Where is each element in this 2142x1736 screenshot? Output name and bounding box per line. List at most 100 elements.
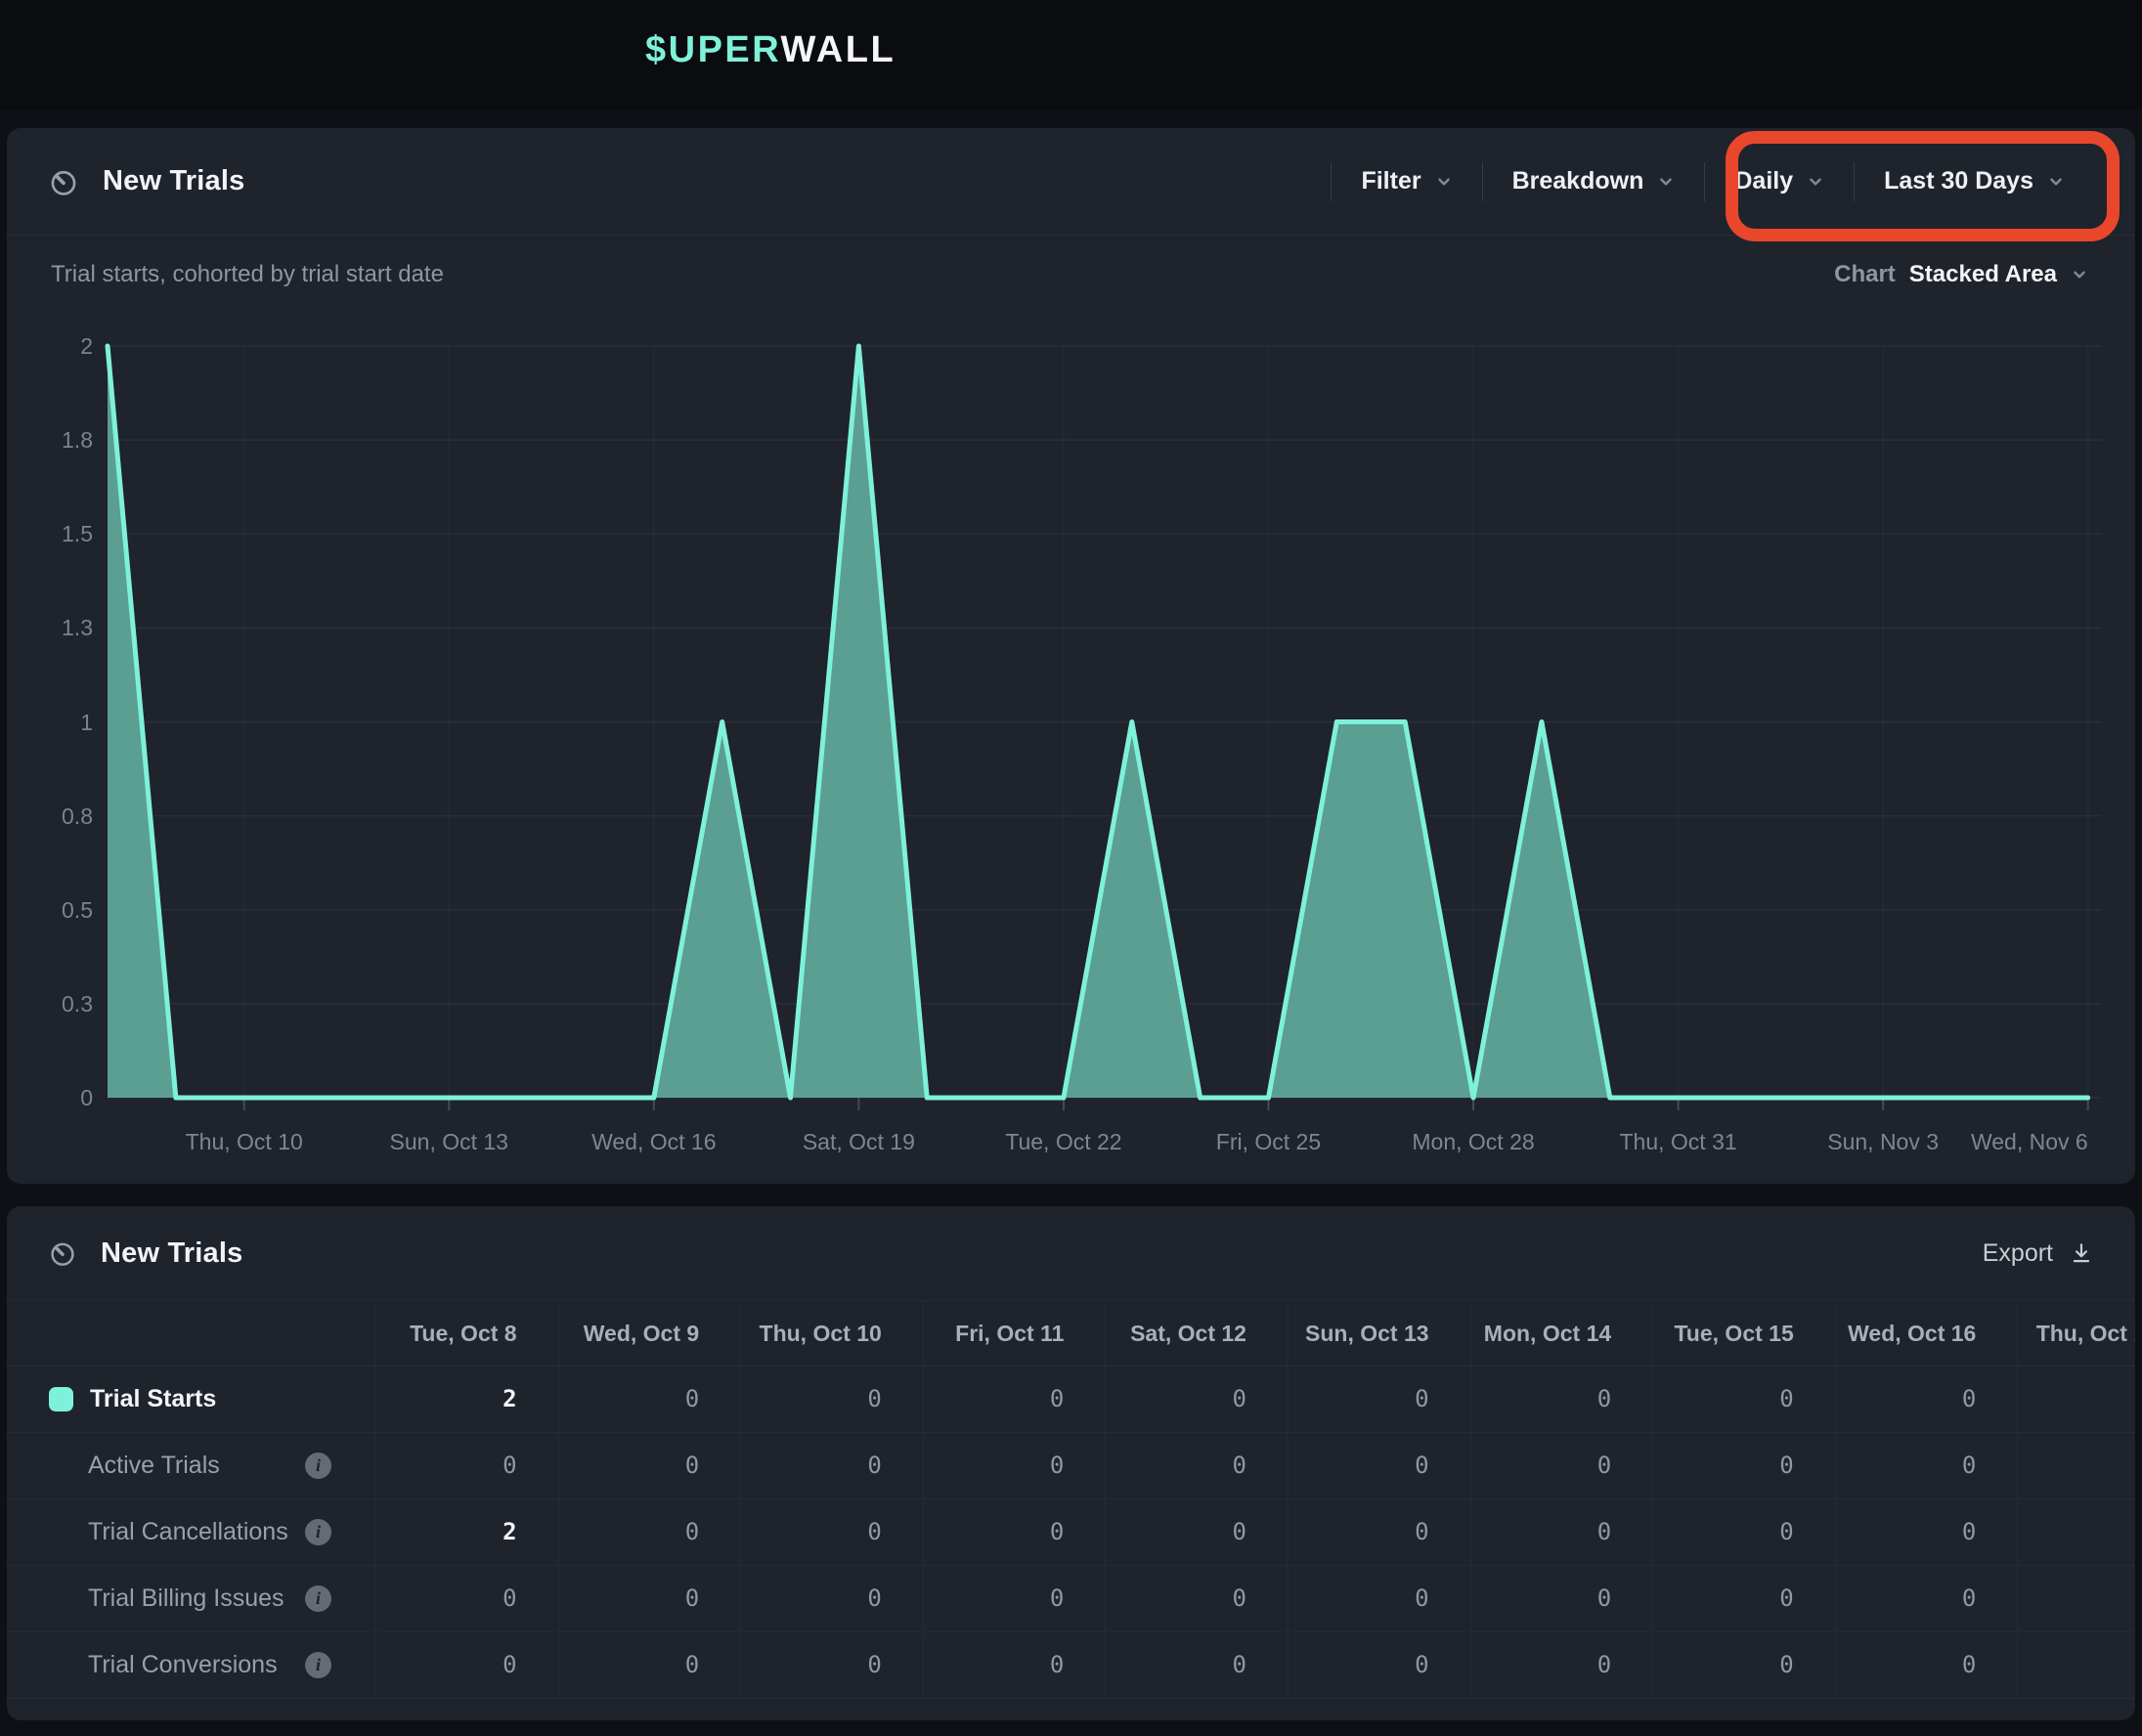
x-axis-label: Mon, Oct 28 xyxy=(1356,1127,1591,1156)
table-cell: 0 xyxy=(558,1499,741,1565)
table-cell: 0 xyxy=(1470,1566,1653,1631)
logo-suffix: WALL xyxy=(781,29,896,70)
column-header: Sat, Oct 12 xyxy=(1105,1301,1288,1366)
trial-starts-area-fill xyxy=(108,346,2088,1098)
table-cell: 0 xyxy=(1105,1367,1288,1432)
column-header: Thu, Oct 10 xyxy=(740,1301,923,1366)
row-label: Trial Conversions xyxy=(7,1632,278,1698)
column-header: Tue, Oct 8 xyxy=(375,1301,558,1366)
y-axis-label: 1.8 xyxy=(7,426,93,454)
table-row: Trial Conversionsi000000000 xyxy=(7,1631,2135,1699)
table-cell: 0 xyxy=(1288,1566,1470,1631)
y-axis-label: 1 xyxy=(7,709,93,736)
granularity-dropdown[interactable]: Daily xyxy=(1705,152,1854,211)
chevron-down-icon xyxy=(1657,173,1675,191)
column-header: Mon, Oct 14 xyxy=(1470,1301,1653,1366)
table-cell: 0 xyxy=(1835,1499,2018,1565)
x-axis-label: Tue, Oct 22 xyxy=(946,1127,1181,1156)
breakdown-dropdown[interactable]: Breakdown xyxy=(1483,152,1705,211)
table-cell: 0 xyxy=(558,1632,741,1698)
table-cell: 0 xyxy=(1288,1632,1470,1698)
download-icon xyxy=(2069,1240,2094,1266)
chevron-down-icon xyxy=(2047,173,2065,191)
breakdown-label: Breakdown xyxy=(1512,167,1644,195)
table-cell: 0 xyxy=(1288,1433,1470,1498)
row-label: Trial Cancellations xyxy=(7,1499,288,1565)
x-axis-label: Sun, Nov 3 xyxy=(1766,1127,2000,1156)
table-row: Trial Starts200000000 xyxy=(7,1366,2135,1432)
timer-icon xyxy=(48,1238,77,1268)
row-label: Trial Billing Issues xyxy=(7,1566,284,1631)
filter-dropdown[interactable]: Filter xyxy=(1332,152,1481,211)
table-cell: 0 xyxy=(1652,1499,1835,1565)
chart-type-value: Stacked Area xyxy=(1909,261,2057,288)
chart-panel-title: New Trials xyxy=(103,165,244,197)
x-axis-label: Sun, Oct 13 xyxy=(331,1127,566,1156)
table-row: Trial Billing Issuesi000000000 xyxy=(7,1565,2135,1631)
info-icon[interactable]: i xyxy=(305,1585,331,1612)
x-axis-label: Fri, Oct 25 xyxy=(1151,1127,1385,1156)
date-range-label: Last 30 Days xyxy=(1884,167,2033,195)
table-cell: 2 xyxy=(375,1367,558,1432)
table-cell: 0 xyxy=(1470,1632,1653,1698)
info-icon[interactable]: i xyxy=(305,1652,331,1678)
export-button[interactable]: Export xyxy=(1983,1239,2094,1268)
column-header: Sun, Oct 13 xyxy=(1288,1301,1470,1366)
new-trials-chart-panel: New Trials Filter Breakdown Daily Last 3… xyxy=(7,128,2135,1184)
table-cell: 0 xyxy=(1835,1367,2018,1432)
table-cell: 0 xyxy=(923,1367,1106,1432)
top-bar: $UPERWALL xyxy=(0,0,2142,109)
y-axis-label: 0.8 xyxy=(7,803,93,830)
table-cell: 0 xyxy=(740,1566,923,1631)
y-axis-label: 1.3 xyxy=(7,614,93,641)
table-row: Trial Cancellationsi200000000 xyxy=(7,1498,2135,1565)
table-cell xyxy=(2017,1566,2135,1631)
table-row: Active Trialsi000000000 xyxy=(7,1432,2135,1498)
chevron-down-icon xyxy=(1435,173,1453,191)
info-icon[interactable]: i xyxy=(305,1453,331,1479)
column-header: Wed, Oct 16 xyxy=(1835,1301,2018,1366)
table-cell: 0 xyxy=(1652,1632,1835,1698)
row-label-cell: Trial Billing Issues i xyxy=(7,1566,375,1631)
column-header: Tue, Oct 15 xyxy=(1652,1301,1835,1366)
granularity-label: Daily xyxy=(1734,167,1793,195)
table-cell: 0 xyxy=(1835,1632,2018,1698)
y-axis-label: 2 xyxy=(7,332,93,360)
cohort-table: Tue, Oct 8Wed, Oct 9Thu, Oct 10Fri, Oct … xyxy=(7,1300,2135,1699)
row-label-cell: Trial Conversions i xyxy=(7,1632,375,1698)
chart-type-select[interactable]: Chart Stacked Area xyxy=(1834,261,2088,288)
table-cell: 0 xyxy=(740,1632,923,1698)
table-cell xyxy=(2017,1632,2135,1698)
table-cell xyxy=(2017,1499,2135,1565)
x-axis-label: Sat, Oct 19 xyxy=(741,1127,976,1156)
table-panel-title: New Trials xyxy=(101,1237,242,1270)
table-cell: 0 xyxy=(375,1433,558,1498)
chart-subtitle: Trial starts, cohorted by trial start da… xyxy=(51,261,444,288)
superwall-logo: $UPERWALL xyxy=(645,29,896,71)
table-cell: 0 xyxy=(740,1499,923,1565)
x-axis-label: Thu, Oct 10 xyxy=(127,1127,362,1156)
table-cell: 0 xyxy=(1288,1367,1470,1432)
table-cell: 0 xyxy=(375,1566,558,1631)
trial-starts-legend-swatch xyxy=(49,1387,73,1411)
trial-starts-line xyxy=(108,346,2088,1098)
table-cell: 0 xyxy=(1105,1566,1288,1631)
table-corner-cell xyxy=(7,1301,375,1366)
y-axis-label: 0 xyxy=(7,1084,93,1111)
chart-controls: Filter Breakdown Daily Last 30 Days xyxy=(1331,152,2094,211)
x-axis-label: Wed, Nov 6 xyxy=(1854,1127,2088,1156)
y-axis-label: 0.5 xyxy=(7,896,93,924)
table-cell: 0 xyxy=(923,1433,1106,1498)
y-axis-label: 0.3 xyxy=(7,990,93,1018)
x-axis-label: Wed, Oct 16 xyxy=(537,1127,771,1156)
date-range-dropdown[interactable]: Last 30 Days xyxy=(1855,152,2094,211)
row-label-cell: Trial Starts xyxy=(7,1367,375,1432)
x-axis-label: Thu, Oct 31 xyxy=(1561,1127,1796,1156)
column-header: Wed, Oct 9 xyxy=(558,1301,741,1366)
info-icon[interactable]: i xyxy=(305,1519,331,1545)
column-header: Fri, Oct 11 xyxy=(923,1301,1106,1366)
table-cell: 0 xyxy=(1105,1433,1288,1498)
chart-type-label: Chart xyxy=(1834,261,1896,288)
filter-label: Filter xyxy=(1361,167,1421,195)
timer-icon xyxy=(48,166,79,197)
